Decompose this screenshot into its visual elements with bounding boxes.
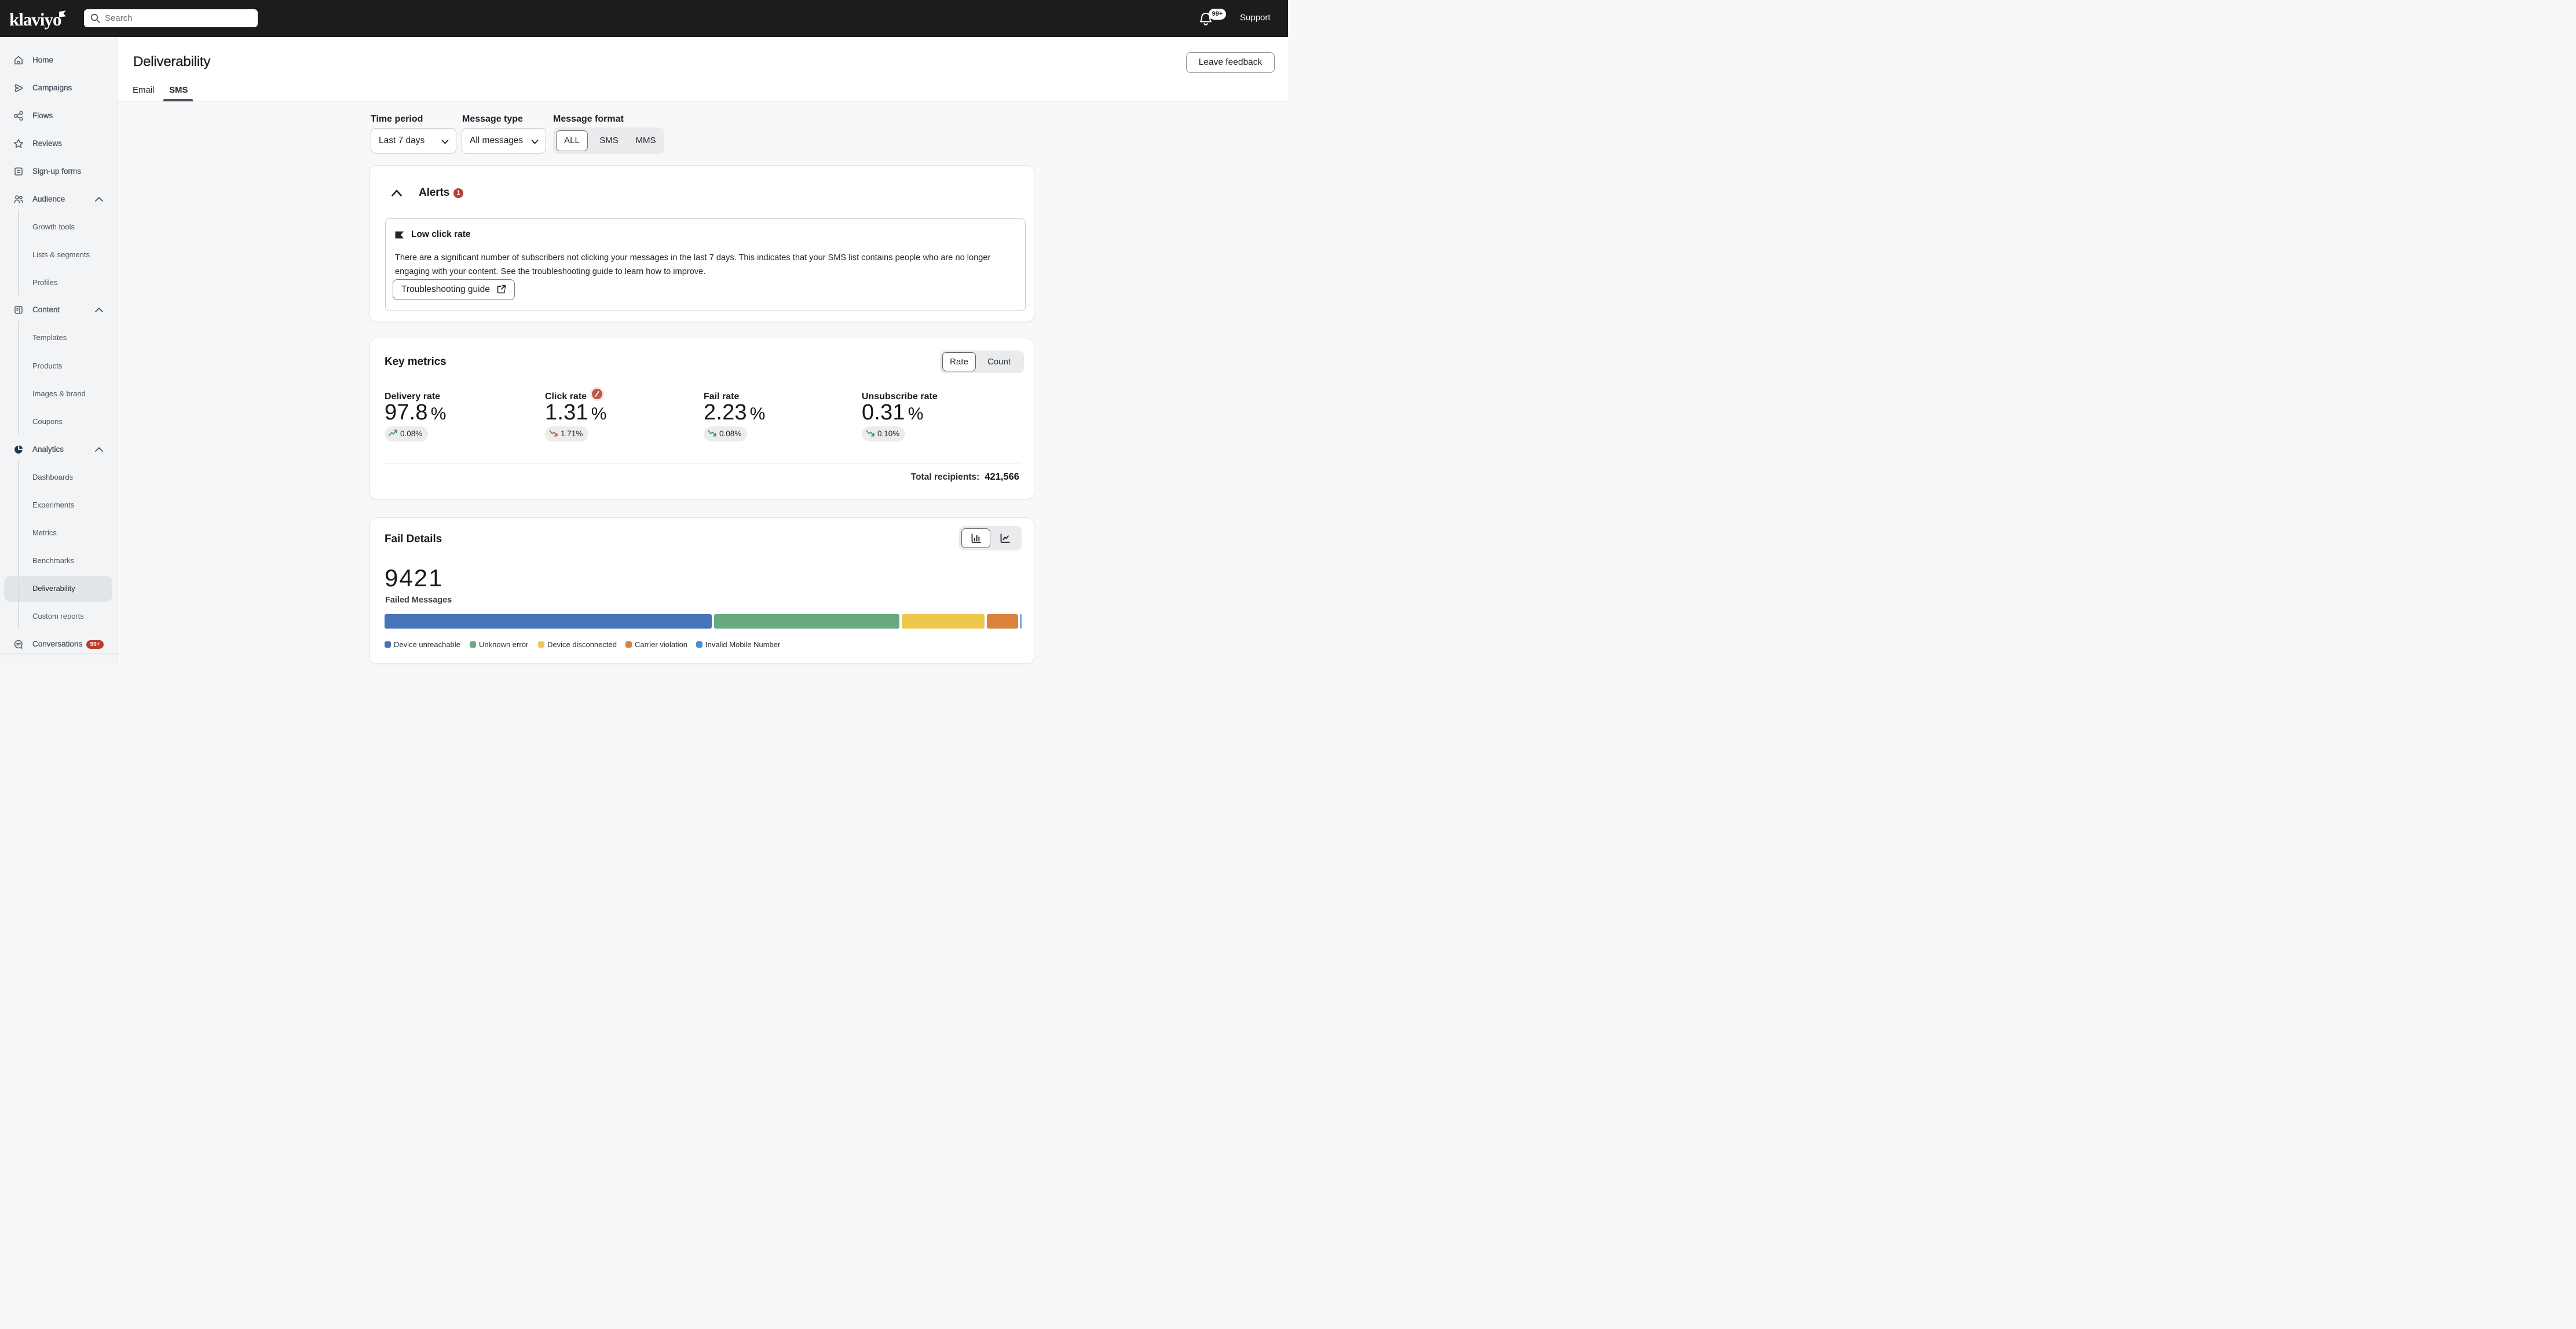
svg-text:klaviyo: klaviyo: [9, 9, 61, 30]
